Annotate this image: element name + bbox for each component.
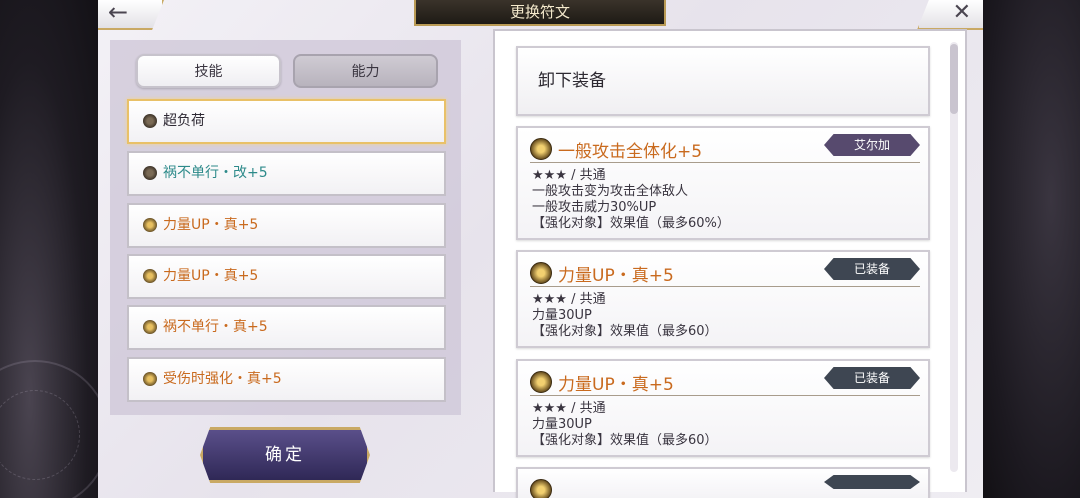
rune-card-name: 力量UP・真+5 xyxy=(558,375,674,395)
rune-card-partial[interactable] xyxy=(516,467,930,498)
desc-line: 力量30UP xyxy=(532,417,592,432)
scrollbar-thumb[interactable] xyxy=(950,44,958,114)
rune-icon xyxy=(530,262,552,284)
rune-icon xyxy=(530,371,552,393)
divider xyxy=(530,395,920,396)
rune-icon xyxy=(143,372,157,386)
equipped-badge: 已装备 xyxy=(824,367,920,389)
desc-line: 一般攻击变为攻击全体敌人 xyxy=(532,184,689,199)
desc-line: 一般攻击威力30%UP xyxy=(532,200,657,215)
rune-slot-label: 受伤时强化・真+5 xyxy=(163,371,282,387)
rune-card[interactable]: 力量UP・真+5 已装备 ★★★ / 共通 力量30UP 【强化对象】效果值（最… xyxy=(516,250,930,348)
background-left xyxy=(0,0,110,498)
rune-icon xyxy=(143,320,157,334)
tab-skill[interactable]: 技能 xyxy=(136,54,281,88)
unequip-button[interactable]: 卸下装备 xyxy=(516,46,930,116)
rune-slot-3[interactable]: 力量UP・真+5 xyxy=(127,203,446,248)
desc-line: 【强化对象】效果值（最多60） xyxy=(532,324,718,339)
confirm-button[interactable]: 确定 xyxy=(200,427,370,483)
page-title: 更换符文 xyxy=(414,0,666,26)
rune-slot-label: 力量UP・真+5 xyxy=(163,268,259,284)
rune-icon xyxy=(530,138,552,160)
rune-card-name: 力量UP・真+5 xyxy=(558,266,674,286)
badge-partial xyxy=(824,475,920,489)
desc-line: 力量30UP xyxy=(532,308,592,323)
desc-line: 【强化对象】效果值（最多60%） xyxy=(532,216,730,231)
rune-icon xyxy=(143,269,157,283)
rune-card-name: 一般攻击全体化+5 xyxy=(558,142,703,162)
rune-icon xyxy=(143,114,157,128)
rune-icon xyxy=(530,479,552,498)
divider xyxy=(530,286,920,287)
rune-slot-label: 超负荷 xyxy=(163,113,205,129)
divider xyxy=(530,162,920,163)
rarity-line: ★★★ / 共通 xyxy=(532,401,606,416)
rarity-line: ★★★ / 共通 xyxy=(532,292,606,307)
rune-icon xyxy=(143,166,157,180)
rune-slot-label: 力量UP・真+5 xyxy=(163,217,259,233)
rune-card[interactable]: 力量UP・真+5 已装备 ★★★ / 共通 力量30UP 【强化对象】效果值（最… xyxy=(516,359,930,457)
rune-slot-1[interactable]: 超负荷 xyxy=(127,99,446,144)
equipped-badge: 已装备 xyxy=(824,258,920,280)
background-right xyxy=(983,0,1080,498)
close-icon: ✕ xyxy=(952,0,971,25)
rune-slot-6[interactable]: 受伤时强化・真+5 xyxy=(127,357,446,402)
owner-badge: 艾尔加 xyxy=(824,134,920,156)
rune-card-details: ★★★ / 共通 力量30UP 【强化对象】效果值（最多60） xyxy=(532,292,718,340)
rune-card-details: ★★★ / 共通 一般攻击变为攻击全体敌人 一般攻击威力30%UP 【强化对象】… xyxy=(532,168,730,232)
rune-card-details: ★★★ / 共通 力量30UP 【强化对象】效果值（最多60） xyxy=(532,401,718,449)
rune-slot-label: 祸不单行・改+5 xyxy=(163,165,268,181)
desc-line: 【强化对象】效果值（最多60） xyxy=(532,433,718,448)
rune-card[interactable]: 一般攻击全体化+5 艾尔加 ★★★ / 共通 一般攻击变为攻击全体敌人 一般攻击… xyxy=(516,126,930,240)
back-arrow-icon: ← xyxy=(108,0,129,26)
rune-icon xyxy=(143,218,157,232)
rarity-line: ★★★ / 共通 xyxy=(532,168,606,183)
rune-slot-4[interactable]: 力量UP・真+5 xyxy=(127,254,446,299)
rune-slot-2[interactable]: 祸不单行・改+5 xyxy=(127,151,446,196)
rune-slot-5[interactable]: 祸不单行・真+5 xyxy=(127,305,446,350)
tab-ability[interactable]: 能力 xyxy=(293,54,438,88)
rune-slot-label: 祸不单行・真+5 xyxy=(163,319,268,335)
